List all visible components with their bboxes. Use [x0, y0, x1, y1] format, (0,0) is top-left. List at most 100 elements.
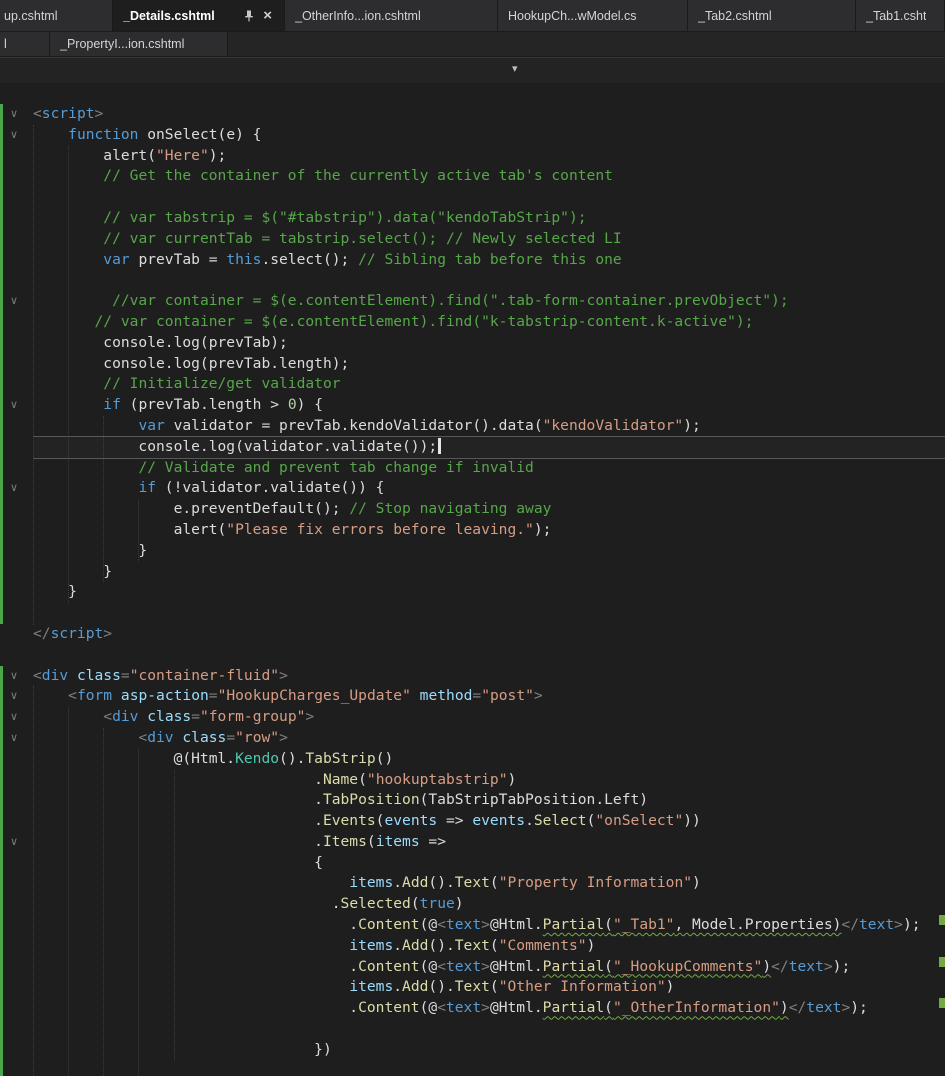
- code-token: Text: [454, 874, 490, 892]
- code-token: // Stop navigating away: [349, 500, 552, 518]
- code-token: ): [762, 957, 772, 975]
- code-token: ): [586, 936, 596, 954]
- tab-propertyi-ion-cshtml[interactable]: _PropertyI...ion.cshtml: [50, 32, 228, 56]
- code-line[interactable]: alert("Please fix errors before leaving.…: [33, 520, 945, 541]
- code-line[interactable]: }: [33, 541, 945, 562]
- tab-tab1-csht[interactable]: _Tab1.csht: [856, 0, 945, 31]
- code-line[interactable]: if (prevTab.length > 0) {: [33, 395, 945, 416]
- code-token: "container-fluid": [129, 666, 280, 684]
- code-line[interactable]: <div class="row">: [33, 728, 945, 749]
- code-token: // Sibling tab before this one: [358, 250, 622, 268]
- code-token: Add: [402, 978, 429, 996]
- code-area[interactable]: <script> function onSelect(e) { alert("H…: [0, 83, 945, 1076]
- tab-l[interactable]: l: [0, 32, 50, 56]
- code-line[interactable]: @(Html.Kendo().TabStrip(): [33, 749, 945, 770]
- code-line[interactable]: .Content(@<text>@Html.Partial("_OtherInf…: [33, 998, 945, 1019]
- code-line[interactable]: function onSelect(e) {: [33, 125, 945, 146]
- code-line[interactable]: if (!validator.validate()) {: [33, 478, 945, 499]
- code-line-current[interactable]: console.log(validator.validate());: [33, 436, 945, 458]
- code-line[interactable]: }: [33, 582, 945, 603]
- code-line[interactable]: [33, 1061, 945, 1076]
- code-token: Partial: [542, 999, 605, 1017]
- pin-icon[interactable]: [241, 10, 257, 22]
- tab-otherinfo-ion-cshtml[interactable]: _OtherInfo...ion.cshtml: [285, 0, 498, 31]
- code-token: div: [147, 728, 174, 746]
- code-token: >: [841, 999, 851, 1017]
- code-line[interactable]: items.Add().Text("Property Information"): [33, 873, 945, 894]
- code-token: div: [112, 708, 139, 726]
- code-line[interactable]: .Content(@<text>@Html.Partial("_Tab1", M…: [33, 915, 945, 936]
- code-token: .: [393, 874, 403, 892]
- code-line[interactable]: // Get the container of the currently ac…: [33, 166, 945, 187]
- code-token: 0: [287, 396, 297, 414]
- navbar-dropdown-icon[interactable]: ▾: [512, 62, 518, 75]
- code-line[interactable]: .Content(@<text>@Html.Partial("_HookupCo…: [33, 957, 945, 978]
- code-line[interactable]: .Items(items =>: [33, 832, 945, 853]
- editor[interactable]: ∨ ∨ ∨ ∨ ∨ ∨ ∨ ∨ ∨ ∨ <script> function onSelect(e)…: [0, 83, 945, 1076]
- code-line[interactable]: [33, 187, 945, 208]
- code-token: e.preventDefault();: [33, 500, 350, 518]
- code-token: <: [68, 687, 77, 705]
- code-line[interactable]: var prevTab = this.select(); // Sibling …: [33, 250, 945, 271]
- code-line[interactable]: <div class="container-fluid">: [33, 666, 945, 687]
- code-token: .: [393, 978, 403, 996]
- code-line[interactable]: <form asp-action="HookupCharges_Update" …: [33, 686, 945, 707]
- code-token: @Html.: [489, 999, 543, 1017]
- code-line[interactable]: items.Add().Text("Comments"): [33, 936, 945, 957]
- code-token: (: [489, 874, 499, 892]
- code-line[interactable]: {: [33, 853, 945, 874]
- code-line[interactable]: }): [33, 1040, 945, 1061]
- code-line[interactable]: .Selected(true): [33, 894, 945, 915]
- code-line[interactable]: // var container = $(e.contentElement).f…: [33, 312, 945, 333]
- code-token: Name: [322, 770, 359, 788]
- tab-hookupch-wmodel-cs[interactable]: HookupCh...wModel.cs: [498, 0, 688, 31]
- code-line[interactable]: alert("Here");: [33, 146, 945, 167]
- code-line[interactable]: .Name("hookuptabstrip"): [33, 770, 945, 791]
- tab-details-cshtml[interactable]: _Details.cshtml ×: [113, 0, 285, 31]
- code-token: }: [33, 541, 148, 559]
- code-line[interactable]: [33, 1019, 945, 1040]
- scrollbar[interactable]: [939, 83, 945, 1076]
- close-icon[interactable]: ×: [261, 8, 274, 23]
- code-token: Events: [322, 812, 376, 830]
- code-line[interactable]: console.log(prevTab.length);: [33, 354, 945, 375]
- code-token: Add: [402, 936, 429, 954]
- code-token: TabStrip: [305, 749, 376, 767]
- code-line[interactable]: }: [33, 562, 945, 583]
- code-line[interactable]: // var tabstrip = $("#tabstrip").data("k…: [33, 208, 945, 229]
- code-token: @Html.: [489, 957, 543, 975]
- code-token: (: [489, 978, 499, 996]
- code-token: var: [138, 416, 165, 434]
- scrollbar-warning-mark: [939, 957, 945, 967]
- code-line[interactable]: // Initialize/get validator: [33, 374, 945, 395]
- tab-up-cshtml[interactable]: up.cshtml: [0, 0, 113, 31]
- code-line[interactable]: items.Add().Text("Other Information"): [33, 977, 945, 998]
- code-token: =>: [437, 812, 473, 830]
- code-line[interactable]: console.log(prevTab);: [33, 333, 945, 354]
- tab-tab2-cshtml[interactable]: _Tab2.cshtml: [688, 0, 856, 31]
- code-line[interactable]: [33, 270, 945, 291]
- code-line[interactable]: .TabPosition(TabStripTabPosition.Left): [33, 790, 945, 811]
- code-line[interactable]: //var container = $(e.contentElement).fi…: [33, 291, 945, 312]
- code-token: //var container = $(e.contentElement).fi…: [112, 292, 789, 310]
- code-line[interactable]: // var currentTab = tabstrip.select(); /…: [33, 229, 945, 250]
- code-line[interactable]: <script>: [33, 104, 945, 125]
- code-token: items: [375, 832, 420, 850]
- code-line[interactable]: e.preventDefault(); // Stop navigating a…: [33, 499, 945, 520]
- code-line[interactable]: [33, 603, 945, 624]
- code-line[interactable]: var validator = prevTab.kendoValidator()…: [33, 416, 945, 437]
- code-line[interactable]: [33, 645, 945, 666]
- code-token: items: [349, 978, 394, 996]
- code-line[interactable]: </script>: [33, 624, 945, 645]
- code-line[interactable]: // Validate and prevent tab change if in…: [33, 458, 945, 479]
- code-line[interactable]: <div class="form-group">: [33, 707, 945, 728]
- code-token: >: [279, 666, 288, 684]
- code-line[interactable]: .Events(events => events.Select("onSelec…: [33, 811, 945, 832]
